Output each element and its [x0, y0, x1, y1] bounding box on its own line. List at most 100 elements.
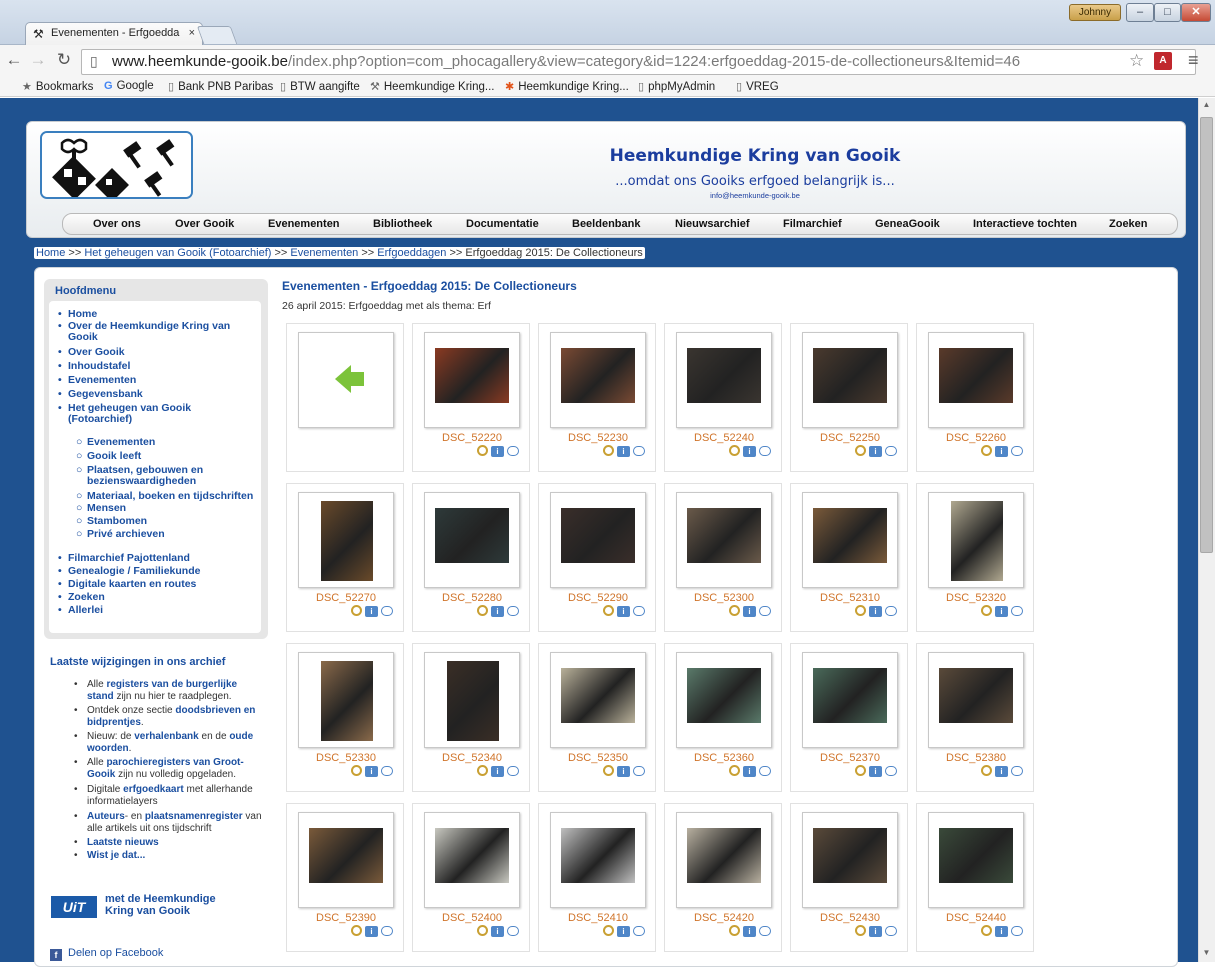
uit-logo[interactable]: UiT	[51, 896, 97, 918]
photo-thumbnail[interactable]	[676, 332, 772, 428]
gallery-photo-cell[interactable]: DSC_52410 i	[538, 803, 656, 952]
magnify-icon[interactable]	[477, 605, 488, 616]
nav-nieuwsarchief[interactable]: Nieuwsarchief	[675, 218, 750, 230]
comment-icon[interactable]	[885, 606, 897, 616]
comment-icon[interactable]	[885, 766, 897, 776]
photo-thumbnail[interactable]	[928, 332, 1024, 428]
submenu-item-evenementen[interactable]: ○ Evenementen	[76, 437, 155, 448]
nav-geneagooik[interactable]: GeneaGooik	[875, 218, 940, 230]
gallery-photo-cell[interactable]: DSC_52390 i	[286, 803, 404, 952]
comment-icon[interactable]	[759, 766, 771, 776]
breadcrumb-home[interactable]: Home	[36, 247, 65, 259]
info-icon[interactable]: i	[491, 926, 504, 937]
comment-icon[interactable]	[507, 926, 519, 936]
back-frame[interactable]	[298, 332, 394, 428]
facebook-icon[interactable]: f	[50, 949, 62, 961]
bookmark-phpmyadmin[interactable]: ▯ phpMyAdmin	[638, 80, 715, 93]
photo-thumbnail[interactable]	[676, 492, 772, 588]
photo-thumbnail[interactable]	[676, 652, 772, 748]
magnify-icon[interactable]	[603, 765, 614, 776]
info-icon[interactable]: i	[365, 766, 378, 777]
menu-item-filmarchief[interactable]: • Filmarchief Pajottenland	[58, 553, 190, 564]
menu-item-over-gooik[interactable]: • Over Gooik	[58, 347, 125, 358]
gallery-back-cell[interactable]	[286, 323, 404, 472]
photo-thumbnail[interactable]	[424, 812, 520, 908]
minimize-button[interactable]: ‒	[1126, 3, 1154, 22]
comment-icon[interactable]	[759, 606, 771, 616]
gallery-photo-cell[interactable]: DSC_52400 i	[412, 803, 530, 952]
gallery-photo-cell[interactable]: DSC_52370 i	[790, 643, 908, 792]
menu-item-allerlei[interactable]: • Allerlei	[58, 605, 103, 616]
bookmark-heemkunde-1[interactable]: ⚒ Heemkundige Kring...	[370, 80, 494, 93]
info-icon[interactable]: i	[491, 766, 504, 777]
photo-caption[interactable]: DSC_52220	[413, 432, 531, 444]
gallery-photo-cell[interactable]: DSC_52380 i	[916, 643, 1034, 792]
info-icon[interactable]: i	[995, 606, 1008, 617]
bookmark-google[interactable]: G Google	[104, 80, 154, 92]
gallery-photo-cell[interactable]: DSC_52290i	[538, 483, 656, 632]
photo-caption[interactable]: DSC_52350	[539, 752, 657, 764]
nav-bibliotheek[interactable]: Bibliotheek	[373, 218, 432, 230]
info-icon[interactable]: i	[617, 446, 630, 457]
gallery-photo-cell[interactable]: DSC_52220 i	[412, 323, 530, 472]
photo-thumbnail[interactable]	[424, 332, 520, 428]
nav-over-ons[interactable]: Over ons	[93, 218, 141, 230]
nav-documentatie[interactable]: Documentatie	[466, 218, 539, 230]
magnify-icon[interactable]	[477, 445, 488, 456]
photo-caption[interactable]: DSC_52360	[665, 752, 783, 764]
photo-caption[interactable]: DSC_52300	[665, 592, 783, 604]
chrome-menu-icon[interactable]: ≡	[1188, 50, 1199, 71]
magnify-icon[interactable]	[729, 765, 740, 776]
submenu-item-materiaal[interactable]: ○ Materiaal, boeken en tijdschriften	[76, 491, 262, 502]
photo-thumbnail[interactable]	[928, 652, 1024, 748]
photo-thumbnail[interactable]	[298, 812, 394, 908]
comment-icon[interactable]	[633, 446, 645, 456]
magnify-icon[interactable]	[603, 605, 614, 616]
bookmark-btw[interactable]: ▯ BTW aangifte	[280, 80, 360, 93]
gallery-photo-cell[interactable]: DSC_52420i	[664, 803, 782, 952]
info-icon[interactable]: i	[995, 446, 1008, 457]
comment-icon[interactable]	[1011, 766, 1023, 776]
info-icon[interactable]: i	[365, 606, 378, 617]
nav-interactieve-tochten[interactable]: Interactieve tochten	[973, 218, 1077, 230]
magnify-icon[interactable]	[981, 925, 992, 936]
scroll-down-arrow-icon[interactable]: ▼	[1199, 948, 1214, 957]
scroll-up-arrow-icon[interactable]: ▲	[1199, 100, 1214, 109]
magnify-icon[interactable]	[477, 765, 488, 776]
menu-item-genealogie[interactable]: • Genealogie / Familiekunde	[58, 566, 200, 577]
profile-badge[interactable]: Johnny	[1069, 4, 1121, 21]
photo-caption[interactable]: DSC_52290	[539, 592, 657, 604]
gallery-photo-cell[interactable]: DSC_52240 i	[664, 323, 782, 472]
info-icon[interactable]: i	[869, 766, 882, 777]
info-icon[interactable]: i	[869, 606, 882, 617]
photo-thumbnail[interactable]	[298, 492, 394, 588]
photo-thumbnail[interactable]	[928, 812, 1024, 908]
comment-icon[interactable]	[759, 446, 771, 456]
photo-caption[interactable]: DSC_52240	[665, 432, 783, 444]
comment-icon[interactable]	[885, 446, 897, 456]
nav-zoeken[interactable]: Zoeken	[1109, 218, 1148, 230]
comment-icon[interactable]	[1011, 606, 1023, 616]
photo-thumbnail[interactable]	[802, 492, 898, 588]
close-tab-icon[interactable]: ×	[189, 27, 195, 39]
photo-caption[interactable]: DSC_52410	[539, 912, 657, 924]
maximize-button[interactable]: □	[1154, 3, 1181, 22]
menu-item-gegevensbank[interactable]: • Gegevensbank	[58, 389, 143, 400]
magnify-icon[interactable]	[855, 925, 866, 936]
photo-caption[interactable]: DSC_52420	[665, 912, 783, 924]
photo-caption[interactable]: DSC_52230	[539, 432, 657, 444]
info-icon[interactable]: i	[995, 926, 1008, 937]
info-icon[interactable]: i	[617, 606, 630, 617]
bookmark-vreg[interactable]: ▯ VREG	[736, 80, 779, 93]
menu-item-evenementen[interactable]: • Evenementen	[58, 375, 136, 386]
gallery-photo-cell[interactable]: DSC_52310 i	[790, 483, 908, 632]
menu-item-over-kring[interactable]: • Over de Heemkundige Kring van Gooik	[58, 321, 258, 343]
bookmark-bank[interactable]: ▯ Bank PNB Paribas	[168, 80, 273, 93]
submenu-item-prive-archieven[interactable]: ○ Privé archieven	[76, 529, 165, 540]
gallery-photo-cell[interactable]: DSC_52250 i	[790, 323, 908, 472]
scroll-thumb[interactable]	[1200, 117, 1213, 553]
info-icon[interactable]: i	[743, 926, 756, 937]
photo-caption[interactable]: DSC_52270	[287, 592, 405, 604]
menu-item-home[interactable]: • Home	[58, 309, 97, 320]
comment-icon[interactable]	[759, 926, 771, 936]
